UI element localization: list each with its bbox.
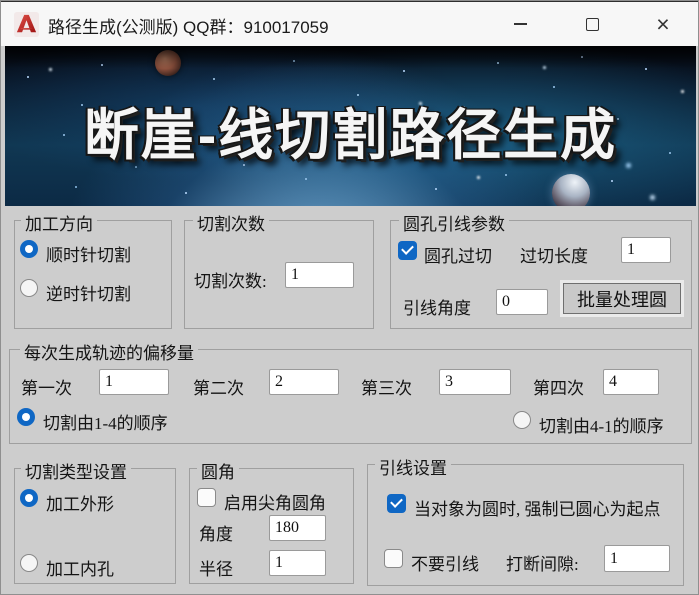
app-icon: [14, 12, 39, 37]
maximize-button[interactable]: [569, 2, 615, 46]
lead-angle-label: 引线角度: [403, 299, 471, 318]
fillet-angle-label: 角度: [199, 525, 233, 544]
pass2-input[interactable]: [269, 369, 339, 395]
checkbox-circle-center-start-label: 当对象为圆时, 强制已圆心为起点: [414, 500, 661, 519]
radio-order-4-1[interactable]: [513, 411, 531, 429]
group-lead-settings-title: 引线设置: [375, 454, 451, 479]
minimize-button[interactable]: [497, 2, 543, 46]
pass2-label: 第二次: [193, 379, 244, 398]
titlebar: 路径生成(公测版) QQ群：910017059 ×: [1, 1, 698, 46]
fillet-angle-input[interactable]: [269, 515, 326, 541]
banner-title: 断崖-线切割路径生成: [83, 104, 618, 166]
pass1-label: 第一次: [21, 379, 72, 398]
radio-inner-hole-label: 加工内孔: [46, 560, 114, 579]
batch-process-circle-button[interactable]: 批量处理圆: [563, 283, 681, 314]
checkbox-enable-fillet-label: 启用尖角圆角: [224, 494, 326, 513]
checkbox-enable-fillet[interactable]: [197, 488, 216, 507]
pass3-label: 第三次: [361, 379, 412, 398]
close-icon: ×: [656, 10, 670, 37]
group-hole-lead-title: 圆孔引线参数: [399, 210, 509, 235]
maximize-icon: [585, 17, 599, 31]
checkbox-hole-overcut[interactable]: [398, 241, 417, 260]
radio-clockwise[interactable]: [20, 240, 38, 258]
main-panel: 加工方向 顺时针切割 逆时针切割 切割次数 切割次数: 圆孔引线参数 圆孔过切 …: [1, 206, 698, 594]
group-cut-type-title: 切割类型设置: [21, 458, 131, 483]
radio-outer-shape-label: 加工外形: [46, 495, 114, 514]
checkbox-no-lead-label: 不要引线: [411, 555, 479, 574]
group-fillet-title: 圆角: [197, 458, 239, 483]
group-direction-title: 加工方向: [21, 210, 97, 235]
group-cut-count-title: 切割次数: [193, 210, 269, 235]
break-gap-input[interactable]: [604, 545, 670, 572]
radio-order-1-4-label: 切割由1-4的顺序: [43, 414, 168, 433]
checkbox-no-lead[interactable]: [384, 549, 403, 568]
app-window: 路径生成(公测版) QQ群：910017059 × 断崖-线切割路径生成 加工方…: [0, 0, 699, 595]
checkbox-hole-overcut-label: 圆孔过切: [424, 247, 492, 266]
cut-count-label: 切割次数:: [194, 272, 267, 291]
group-direction: 加工方向: [14, 210, 172, 329]
fillet-radius-input[interactable]: [269, 550, 326, 576]
pass4-input[interactable]: [603, 369, 659, 395]
overcut-length-label: 过切长度: [520, 247, 588, 266]
checkbox-circle-center-start[interactable]: [387, 494, 406, 513]
banner-image: 断崖-线切割路径生成: [5, 46, 696, 206]
radio-clockwise-label: 顺时针切割: [46, 246, 131, 265]
radio-outer-shape[interactable]: [20, 489, 38, 507]
group-offsets-title: 每次生成轨迹的偏移量: [20, 339, 198, 364]
minimize-icon: [513, 23, 527, 25]
fillet-radius-label: 半径: [199, 560, 233, 579]
pass4-label: 第四次: [533, 379, 584, 398]
window-title: 路径生成(公测版) QQ群：910017059: [48, 18, 329, 37]
overcut-length-input[interactable]: [621, 237, 671, 263]
radio-order-4-1-label: 切割由4-1的顺序: [539, 417, 664, 436]
radio-counterclockwise-label: 逆时针切割: [46, 285, 131, 304]
cut-count-input[interactable]: [285, 262, 354, 288]
radio-counterclockwise[interactable]: [20, 279, 38, 297]
break-gap-label: 打断间隙:: [506, 555, 579, 574]
pass1-input[interactable]: [99, 369, 169, 395]
close-button[interactable]: ×: [640, 2, 686, 46]
lead-angle-input[interactable]: [496, 289, 548, 315]
radio-order-1-4[interactable]: [17, 408, 35, 426]
radio-inner-hole[interactable]: [20, 554, 38, 572]
pass3-input[interactable]: [439, 369, 511, 395]
